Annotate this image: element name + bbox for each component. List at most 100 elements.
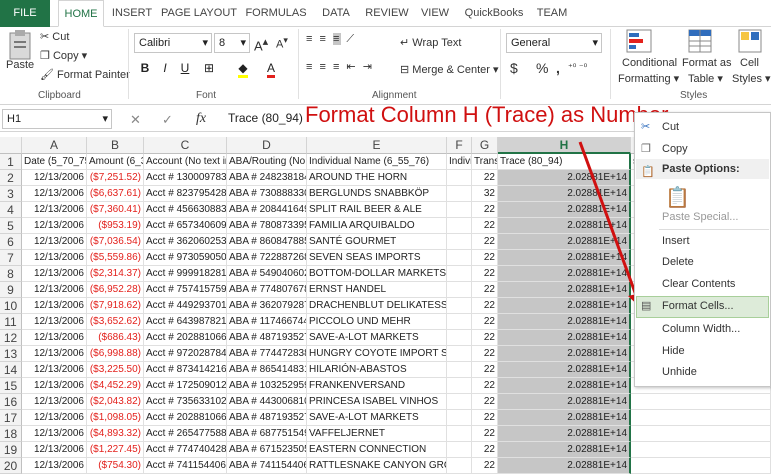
table-cell[interactable]: ABA # 671523505 <box>227 442 307 458</box>
table-cell[interactable]: 22 <box>472 170 498 186</box>
table-cell[interactable]: ABA # 487193527 <box>227 330 307 346</box>
context-cut[interactable]: Cut <box>662 121 679 133</box>
table-cell[interactable]: 12/13/2006 <box>22 202 87 218</box>
context-insert[interactable]: Insert <box>662 235 690 247</box>
column-header-d[interactable]: D <box>227 137 307 154</box>
row-header[interactable]: 16 <box>0 394 22 410</box>
table-cell[interactable]: 12/13/2006 <box>22 266 87 282</box>
table-cell[interactable]: ($7,918.62) <box>87 298 144 314</box>
table-cell[interactable]: 22 <box>472 362 498 378</box>
table-cell[interactable]: 2.02881E+14 <box>498 282 631 298</box>
table-cell[interactable]: ABA # 741154406 <box>227 458 307 474</box>
fill-color-button[interactable]: ◆ <box>234 58 252 78</box>
table-cell[interactable]: 32 <box>472 186 498 202</box>
context-column-width[interactable]: Column Width... <box>662 323 740 335</box>
row-header[interactable]: 17 <box>0 410 22 426</box>
table-cell[interactable]: ($6,998.88) <box>87 346 144 362</box>
table-cell[interactable]: 2.02881E+14 <box>498 330 631 346</box>
table-cell[interactable]: 22 <box>472 458 498 474</box>
table-cell[interactable] <box>447 410 472 426</box>
tab-page-layout[interactable]: PAGE LAYOUT <box>160 0 238 27</box>
table-cell[interactable]: 12/13/2006 <box>22 330 87 346</box>
table-cell[interactable]: Acct # 774740428 <box>144 442 227 458</box>
table-label[interactable]: Table ▾ <box>688 72 723 85</box>
table-cell[interactable]: Acct # 972028784 <box>144 346 227 362</box>
table-cell[interactable]: ($7,360.41) <box>87 202 144 218</box>
table-cell[interactable]: Acct # 172509012 <box>144 378 227 394</box>
table-cell[interactable]: Acct # 999918281 <box>144 266 227 282</box>
row-header[interactable]: 8 <box>0 266 22 282</box>
table-cell[interactable]: 2.02881E+14 <box>498 170 631 186</box>
row-header[interactable]: 15 <box>0 378 22 394</box>
table-cell[interactable]: ($7,251.52) <box>87 170 144 186</box>
cell-styles-button[interactable] <box>738 29 764 53</box>
table-cell[interactable]: 2.02881E+14 <box>498 410 631 426</box>
row-header[interactable]: 14 <box>0 362 22 378</box>
table-cell[interactable]: 22 <box>472 282 498 298</box>
table-cell[interactable] <box>447 378 472 394</box>
column-title-cell[interactable]: Account (No text in c <box>144 154 227 170</box>
table-cell[interactable]: ABA # 774807678 <box>227 282 307 298</box>
context-unhide[interactable]: Unhide <box>662 366 697 378</box>
table-cell[interactable]: 22 <box>472 346 498 362</box>
column-title-cell[interactable]: Amount (6_30 <box>87 154 144 170</box>
table-cell[interactable]: RATTLESNAKE CANYON GRO <box>307 458 447 474</box>
table-cell[interactable]: 12/13/2006 <box>22 250 87 266</box>
table-cell[interactable]: HUNGRY COYOTE IMPORT S <box>307 346 447 362</box>
shrink-font-button[interactable]: A▾ <box>276 35 288 51</box>
row-header[interactable]: 19 <box>0 442 22 458</box>
table-cell[interactable]: ($2,043.82) <box>87 394 144 410</box>
table-cell[interactable]: ABA # 865414831 <box>227 362 307 378</box>
cell-label[interactable]: Cell <box>740 57 759 69</box>
row-header[interactable]: 11 <box>0 314 22 330</box>
row-header[interactable]: 9 <box>0 282 22 298</box>
table-cell[interactable]: EASTERN CONNECTION <box>307 442 447 458</box>
table-cell[interactable]: 12/13/2006 <box>22 426 87 442</box>
name-box[interactable]: H1 ▾ <box>2 109 112 129</box>
table-cell[interactable]: 2.02881E+14 <box>498 346 631 362</box>
column-header-b[interactable]: B <box>87 137 144 154</box>
context-paste-special[interactable]: Paste Special... <box>662 211 738 223</box>
table-cell[interactable] <box>447 314 472 330</box>
table-cell[interactable]: Acct # 741154406 <box>144 458 227 474</box>
table-cell[interactable] <box>447 426 472 442</box>
table-cell[interactable] <box>447 330 472 346</box>
table-cell[interactable]: ABA # 774472838 <box>227 346 307 362</box>
table-cell[interactable]: 22 <box>472 266 498 282</box>
table-cell[interactable]: 22 <box>472 394 498 410</box>
column-title-cell[interactable]: Trace (80_94) <box>498 154 631 170</box>
table-cell[interactable] <box>631 410 771 426</box>
table-cell[interactable]: DRACHENBLUT DELIKATESS <box>307 298 447 314</box>
cut-button[interactable]: ✂ Cut <box>40 30 69 43</box>
table-cell[interactable]: 2.02881E+14 <box>498 362 631 378</box>
table-cell[interactable] <box>447 394 472 410</box>
table-cell[interactable]: ($3,225.50) <box>87 362 144 378</box>
tab-team[interactable]: TEAM <box>534 0 570 27</box>
styles-label[interactable]: Styles ▾ <box>732 72 771 85</box>
table-cell[interactable]: Acct # 823795428 <box>144 186 227 202</box>
formula-input[interactable]: Trace (80_94) <box>224 109 304 129</box>
table-cell[interactable]: 12/13/2006 <box>22 458 87 474</box>
table-cell[interactable]: 22 <box>472 250 498 266</box>
table-cell[interactable]: 22 <box>472 442 498 458</box>
column-header-h[interactable]: H <box>498 137 631 154</box>
table-cell[interactable] <box>447 346 472 362</box>
table-cell[interactable]: 12/13/2006 <box>22 378 87 394</box>
table-cell[interactable]: 2.02881E+14 <box>498 298 631 314</box>
table-cell[interactable]: ABA # 687751549 <box>227 426 307 442</box>
tab-quickbooks[interactable]: QuickBooks <box>460 0 528 27</box>
table-cell[interactable]: Acct # 973059050 <box>144 250 227 266</box>
row-header[interactable]: 1 <box>0 154 22 170</box>
column-header-a[interactable]: A <box>22 137 87 154</box>
tab-view[interactable]: VIEW <box>418 0 452 27</box>
table-cell[interactable]: ABA # 549040602 <box>227 266 307 282</box>
table-cell[interactable]: ABA # 780873395 <box>227 218 307 234</box>
table-cell[interactable]: 2.02881E+14 <box>498 458 631 474</box>
format-as-table-button[interactable] <box>688 29 714 53</box>
context-format-cells[interactable]: Format Cells... <box>662 300 734 312</box>
table-cell[interactable]: ($3,652.62) <box>87 314 144 330</box>
table-cell[interactable]: 12/13/2006 <box>22 234 87 250</box>
accounting-button[interactable]: $ <box>510 60 518 76</box>
table-cell[interactable]: ABA # 103252959 <box>227 378 307 394</box>
table-cell[interactable] <box>447 266 472 282</box>
